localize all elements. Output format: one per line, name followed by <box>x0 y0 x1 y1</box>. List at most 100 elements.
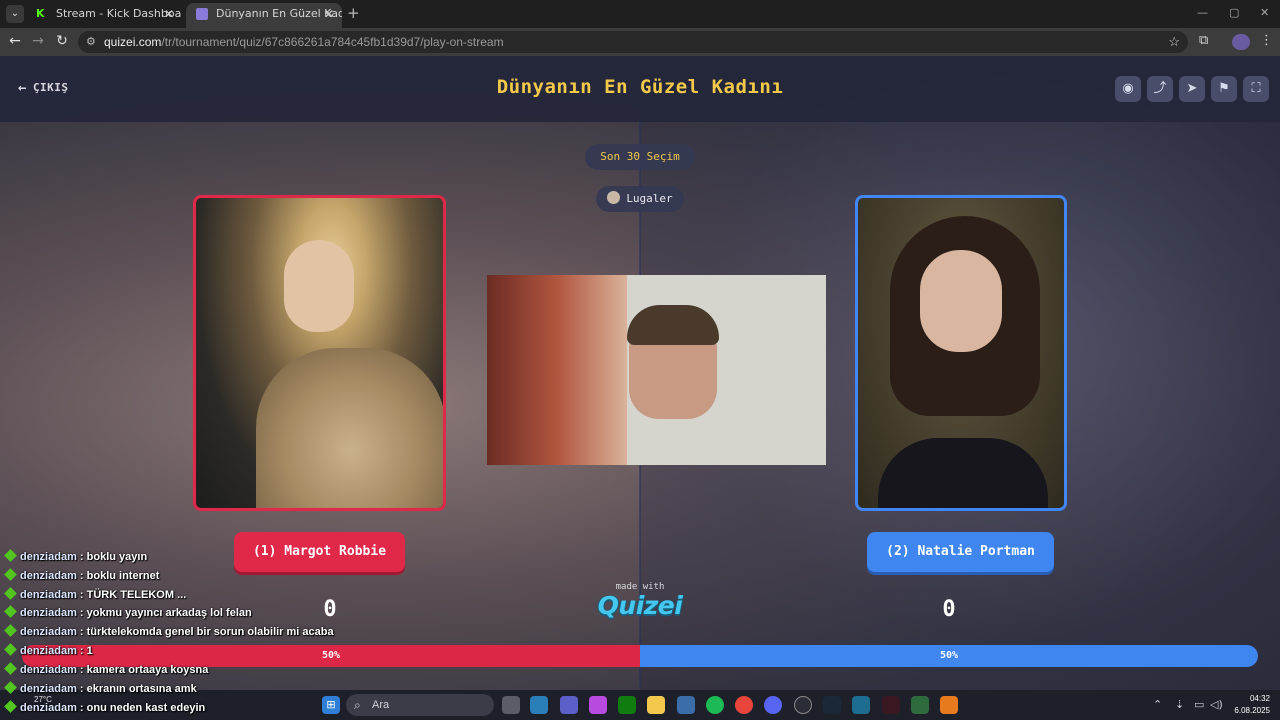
tab-kick-dashboard[interactable]: K Stream - Kick Dashboard ✕ <box>26 3 182 28</box>
browser-menu-icon[interactable]: ⋮ <box>1260 33 1273 48</box>
webcam-headphones <box>627 305 719 345</box>
score-right: 0 <box>942 597 956 622</box>
badge-icon <box>4 661 17 675</box>
chat-message: denziadam : boklu yayın <box>4 548 344 567</box>
webcam-foreground <box>487 275 627 465</box>
photo-dress <box>878 438 1048 508</box>
host-badge: Lugaler <box>596 186 684 212</box>
chat-text: : boklu yayın <box>79 551 148 563</box>
back-icon[interactable]: ← <box>6 33 24 49</box>
page-title: Dünyanın En Güzel Kadını <box>496 76 784 98</box>
quizei-logo[interactable]: Quizei <box>590 591 690 620</box>
browser-toolbar: ← → ↻ ⚙ quizei.com/tr/tournament/quiz/67… <box>0 28 1280 56</box>
chat-user: denziadam <box>20 701 77 714</box>
share-icon: ⤴ <box>1153 81 1167 96</box>
reload-icon[interactable]: ↻ <box>53 33 71 49</box>
search-icon: ⌕ <box>354 698 361 712</box>
chat-text: : ekranın ortasına amk <box>79 683 197 695</box>
address-bar[interactable]: ⚙ quizei.com/tr/tournament/quiz/67c86626… <box>78 31 1188 53</box>
fullscreen-button[interactable]: ⛶ <box>1243 76 1269 102</box>
chat-user: denziadam <box>20 626 77 639</box>
minimize-icon[interactable]: — <box>1197 6 1208 19</box>
photos-icon[interactable] <box>677 696 695 714</box>
url-path: /tr/tournament/quiz/67c866261a784c45fb1d… <box>161 35 504 49</box>
badge-icon <box>4 605 17 619</box>
close-tab-icon[interactable]: ✕ <box>324 3 334 25</box>
new-tab-button[interactable]: + <box>347 4 360 22</box>
quiz-header: ← ÇIKIŞ Dünyanın En Güzel Kadını ◉ ⤴ ➤ ⚑ … <box>0 56 1280 122</box>
teams-icon[interactable] <box>560 696 578 714</box>
taskbar-search[interactable]: ⌕ Ara <box>346 694 494 716</box>
chat-message: denziadam : TÜRK TELEKOM ... <box>4 586 344 605</box>
valorant-icon[interactable] <box>882 696 900 714</box>
obs-icon[interactable] <box>794 696 812 714</box>
photo-face <box>920 250 1002 352</box>
fullscreen-icon: ⛶ <box>1251 81 1261 96</box>
extensions-icon[interactable]: ⧉ <box>1199 33 1208 48</box>
send-button[interactable]: ➤ <box>1179 76 1205 102</box>
chat-user: denziadam <box>20 588 77 601</box>
host-name: Lugaler <box>626 192 673 205</box>
bookmark-star-icon[interactable]: ☆ <box>1168 31 1180 53</box>
steam-icon[interactable] <box>823 696 841 714</box>
badge-icon <box>4 624 17 638</box>
chat-message: denziadam : onu neden kast edeyin <box>4 699 344 718</box>
browser-tab-strip: ⌄ K Stream - Kick Dashboard ✕ Dünyanın E… <box>0 0 1280 28</box>
clock-date: 6.08.2025 <box>1234 706 1270 715</box>
clock-time: 04:32 <box>1249 694 1270 703</box>
chrome-icon[interactable] <box>735 696 753 714</box>
chat-overlay-bottom: denziadam : ekranın ortasına amk denziad… <box>4 680 344 718</box>
tab-search-button[interactable]: ⌄ <box>6 5 24 23</box>
site-info-icon[interactable]: ⚙ <box>86 31 96 53</box>
chat-message: denziadam : boklu internet <box>4 567 344 586</box>
task-view-icon[interactable] <box>502 696 520 714</box>
restore-icon[interactable]: ▢ <box>1229 6 1239 19</box>
badge-icon <box>4 681 17 694</box>
chat-user: denziadam <box>20 663 77 676</box>
search-placeholder: Ara <box>372 699 390 711</box>
chat-text: : boklu internet <box>79 569 160 582</box>
xbox-icon[interactable] <box>618 696 636 714</box>
candidate-card-right[interactable] <box>855 195 1067 511</box>
close-tab-icon[interactable]: ✕ <box>164 3 174 25</box>
chat-text: : TÜRK TELEKOM ... <box>79 588 187 601</box>
discord-icon[interactable] <box>764 696 782 714</box>
window-close-icon[interactable]: ✕ <box>1260 6 1269 19</box>
avatar <box>607 191 621 204</box>
chat-text: : onu neden kast edeyin <box>79 701 206 714</box>
system-clock[interactable]: 04:32 6.08.2025 <box>1220 693 1270 717</box>
choose-right-button[interactable]: (2) Natalie Portman <box>867 532 1054 572</box>
round-badge: Son 30 Seçim <box>585 144 695 170</box>
eye-icon: ◉ <box>1122 81 1134 96</box>
webcam-overlay <box>487 275 826 465</box>
flag-button[interactable]: ⚑ <box>1211 76 1237 102</box>
chat-user: denziadam <box>20 551 77 563</box>
chat-text: : kamera ortaaya koysna <box>79 663 209 676</box>
badge-icon <box>4 643 17 656</box>
network-icon[interactable]: ▭ <box>1194 698 1204 711</box>
app-icon[interactable] <box>911 696 929 714</box>
spotify-icon[interactable] <box>706 696 724 714</box>
candidate-card-left[interactable] <box>193 195 446 511</box>
chevron-up-icon[interactable]: ⌃ <box>1153 698 1162 711</box>
eye-button[interactable]: ◉ <box>1115 76 1141 102</box>
chat-overlay: denziadam : boklu yayın denziadam : bokl… <box>4 548 344 680</box>
copilot-icon[interactable] <box>530 696 548 714</box>
forward-icon[interactable]: → <box>29 33 47 49</box>
app-icon[interactable] <box>940 696 958 714</box>
photo-face <box>284 240 354 332</box>
app-icon[interactable] <box>852 696 870 714</box>
badge-icon <box>4 699 17 713</box>
chat-text: : 1 <box>79 644 93 657</box>
tab-quizei[interactable]: Dünyanın En Güzel Kadını - Qu ✕ <box>186 3 342 28</box>
share-button[interactable]: ⤴ <box>1147 76 1173 102</box>
profile-avatar[interactable] <box>1232 34 1250 50</box>
chat-message: denziadam : ekranın ortasına amk <box>4 680 344 699</box>
app-icon[interactable] <box>589 696 607 714</box>
chat-message: denziadam : türktelekomda genel bir soru… <box>4 623 344 642</box>
chat-message: denziadam : kamera ortaaya koysna <box>4 661 344 680</box>
file-explorer-icon[interactable] <box>647 696 665 714</box>
flag-icon: ⚑ <box>1218 81 1230 96</box>
kick-favicon-icon: K <box>36 8 48 20</box>
usb-icon[interactable]: ⇣ <box>1175 698 1184 711</box>
